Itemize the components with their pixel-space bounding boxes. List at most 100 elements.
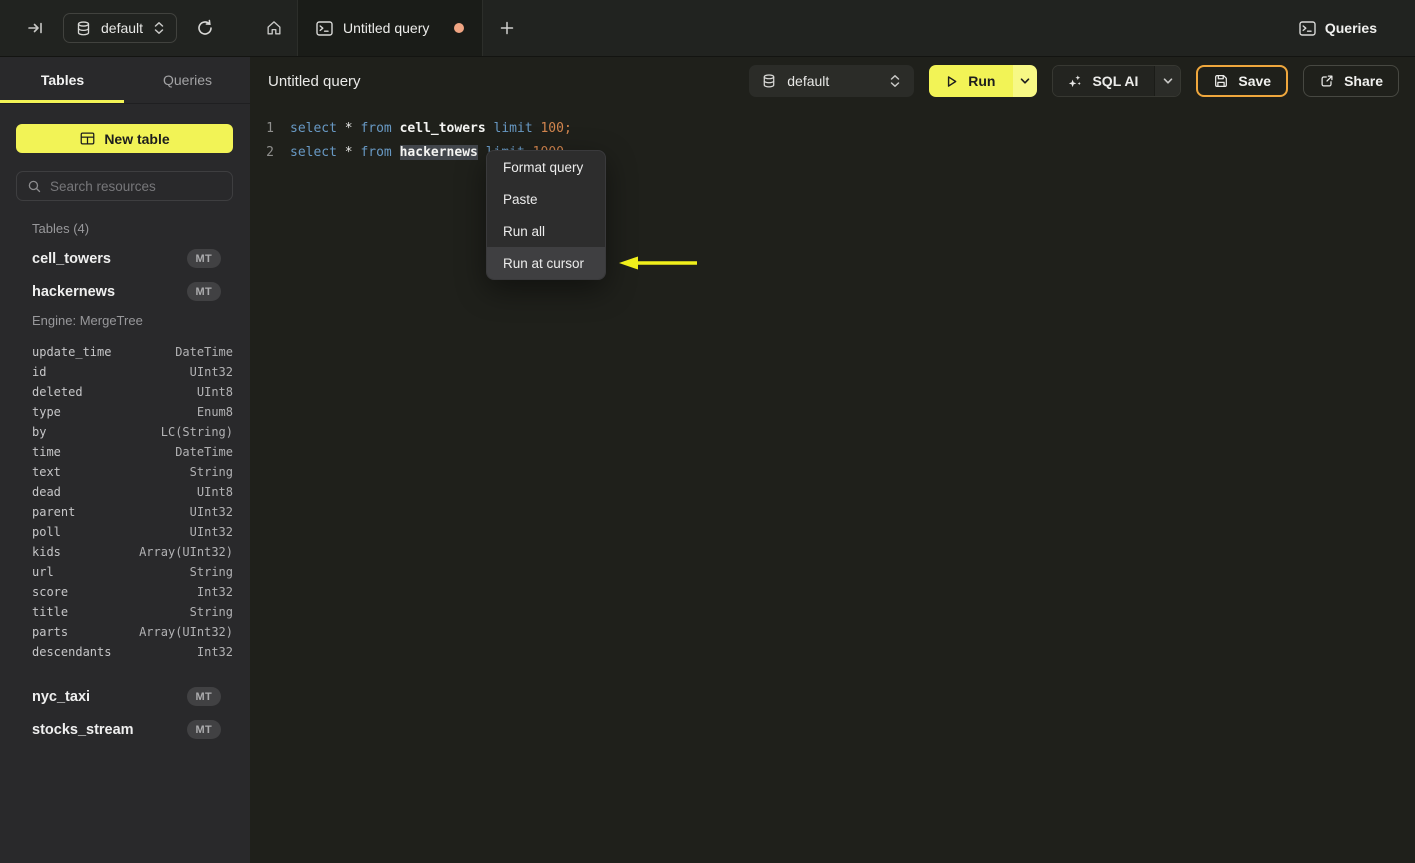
- line-number: 1: [266, 120, 274, 136]
- column-type: Array(UInt32): [139, 545, 233, 559]
- terminal-icon: [316, 20, 333, 36]
- sql-editor[interactable]: 1 select * from cell_towers limit 100; 2 se…: [250, 105, 1415, 164]
- column-row-parent: parent UInt32: [0, 502, 250, 522]
- column-type: String: [189, 565, 233, 579]
- column-row-update_time: update_time DateTime: [0, 342, 250, 362]
- sidebar-tab-tables[interactable]: Tables: [0, 57, 125, 103]
- main-panel: Untitled query default Run SQL AI Save S…: [250, 57, 1415, 863]
- columns-list: update_time DateTime id UInt32 deleted UInt8 t…: [0, 340, 250, 670]
- tab-untitled-query[interactable]: Untitled query: [297, 0, 483, 56]
- column-name: url: [32, 565, 54, 579]
- collapse-sidebar-button[interactable]: [22, 15, 48, 41]
- engine-badge: MT: [186, 282, 221, 301]
- queries-button[interactable]: Queries: [1299, 20, 1377, 36]
- topbar-database-selector[interactable]: default: [63, 13, 178, 43]
- engine-badge: MT: [186, 687, 221, 706]
- code-token: hackernews: [399, 144, 478, 160]
- tab-title: Untitled query: [343, 20, 430, 36]
- column-row-time: time DateTime: [0, 442, 250, 462]
- column-name: kids: [32, 545, 61, 559]
- active-tab-underline: [0, 100, 124, 103]
- table-name: cell_towers: [32, 250, 111, 267]
- column-name: update_time: [32, 345, 112, 359]
- search-icon: [27, 179, 42, 194]
- new-tab-button[interactable]: [483, 0, 530, 56]
- menu-item-run-at-cursor[interactable]: Run at cursor: [487, 247, 605, 279]
- run-button-group: Run: [929, 65, 1038, 97]
- code-token: limit: [493, 120, 541, 136]
- menu-item-format-query[interactable]: Format query: [487, 151, 605, 183]
- sidebar: Tables Queries New table Tables (4) cell…: [0, 57, 250, 863]
- code-line-1: 1 select * from cell_towers limit 100;: [250, 116, 1415, 140]
- new-table-button[interactable]: New table: [16, 124, 233, 153]
- sql-ai-options-button[interactable]: [1154, 66, 1181, 96]
- refresh-button[interactable]: [192, 15, 218, 41]
- table-row-stocks_stream[interactable]: stocks_stream MT: [0, 713, 250, 746]
- toolbar-database-value: default: [787, 73, 830, 89]
- column-type: LC(String): [160, 425, 233, 439]
- column-name: by: [32, 425, 47, 439]
- tab-strip: Untitled query: [250, 0, 530, 56]
- share-external-icon: [1319, 73, 1335, 89]
- column-name: dead: [32, 485, 61, 499]
- engine-badge: MT: [186, 249, 221, 268]
- share-button[interactable]: Share: [1303, 65, 1399, 97]
- column-type: UInt32: [189, 505, 233, 519]
- menu-item-paste[interactable]: Paste: [487, 183, 605, 215]
- home-button[interactable]: [250, 0, 297, 56]
- column-name: title: [32, 605, 69, 619]
- column-name: text: [32, 465, 61, 479]
- column-name: type: [32, 405, 61, 419]
- column-name: descendants: [32, 645, 112, 659]
- code-token: *: [344, 144, 361, 160]
- search-input[interactable]: [50, 178, 222, 194]
- plus-icon: [499, 20, 515, 36]
- column-row-score: score Int32: [0, 582, 250, 602]
- terminal-icon: [1299, 20, 1316, 36]
- arrow-to-bar-icon: [26, 19, 44, 37]
- column-name: id: [32, 365, 47, 379]
- table-row-nyc_taxi[interactable]: nyc_taxi MT: [0, 680, 250, 713]
- run-button[interactable]: Run: [929, 65, 1014, 97]
- table-engine-label: Engine: MergeTree: [32, 312, 143, 328]
- column-row-by: by LC(String): [0, 422, 250, 442]
- column-row-deleted: deleted UInt8: [0, 382, 250, 402]
- column-row-poll: poll UInt32: [0, 522, 250, 542]
- column-type: UInt32: [189, 525, 233, 539]
- play-icon: [944, 74, 959, 89]
- line-number: 2: [266, 144, 274, 160]
- table-name: stocks_stream: [32, 721, 134, 738]
- column-row-kids: kids Array(UInt32): [0, 542, 250, 562]
- column-row-parts: parts Array(UInt32): [0, 622, 250, 642]
- column-row-id: id UInt32: [0, 362, 250, 382]
- sidebar-tabs: Tables Queries: [0, 57, 250, 104]
- code-token: cell_towers: [399, 120, 494, 136]
- table-row-hackernews[interactable]: hackernews MT: [0, 275, 250, 308]
- chevron-updown-icon: [152, 20, 166, 36]
- column-type: String: [189, 465, 233, 479]
- share-button-label: Share: [1344, 73, 1383, 89]
- toolbar-database-selector[interactable]: default: [749, 65, 915, 97]
- save-button[interactable]: Save: [1196, 65, 1289, 97]
- menu-item-run-all[interactable]: Run all: [487, 215, 605, 247]
- sql-ai-label: SQL AI: [1092, 73, 1139, 89]
- database-icon: [75, 20, 92, 37]
- code-line-2: 2select * from hackernews limit 1000: [250, 140, 1415, 164]
- table-row-cell_towers[interactable]: cell_towers MT: [0, 242, 250, 275]
- code-token: *: [344, 120, 361, 136]
- column-type: Int32: [196, 585, 233, 599]
- code-token: select: [290, 120, 345, 136]
- editor-context-menu: Format query Paste Run all Run at cursor: [486, 150, 606, 280]
- column-type: Int32: [196, 645, 233, 659]
- code-text: select * from cell_towers limit 100;: [290, 121, 572, 136]
- unsaved-changes-dot: [454, 23, 464, 33]
- sidebar-tab-queries[interactable]: Queries: [125, 57, 250, 103]
- tables-list: cell_towers MT hackernews MT Engine: MergeTr…: [0, 242, 250, 746]
- sql-ai-button[interactable]: SQL AI: [1053, 66, 1155, 96]
- run-options-button[interactable]: [1013, 65, 1038, 97]
- column-row-dead: dead UInt8: [0, 482, 250, 502]
- table-name: hackernews: [32, 283, 116, 300]
- column-row-descendants: descendants Int32: [0, 642, 250, 662]
- chevron-down-icon: [1162, 75, 1174, 87]
